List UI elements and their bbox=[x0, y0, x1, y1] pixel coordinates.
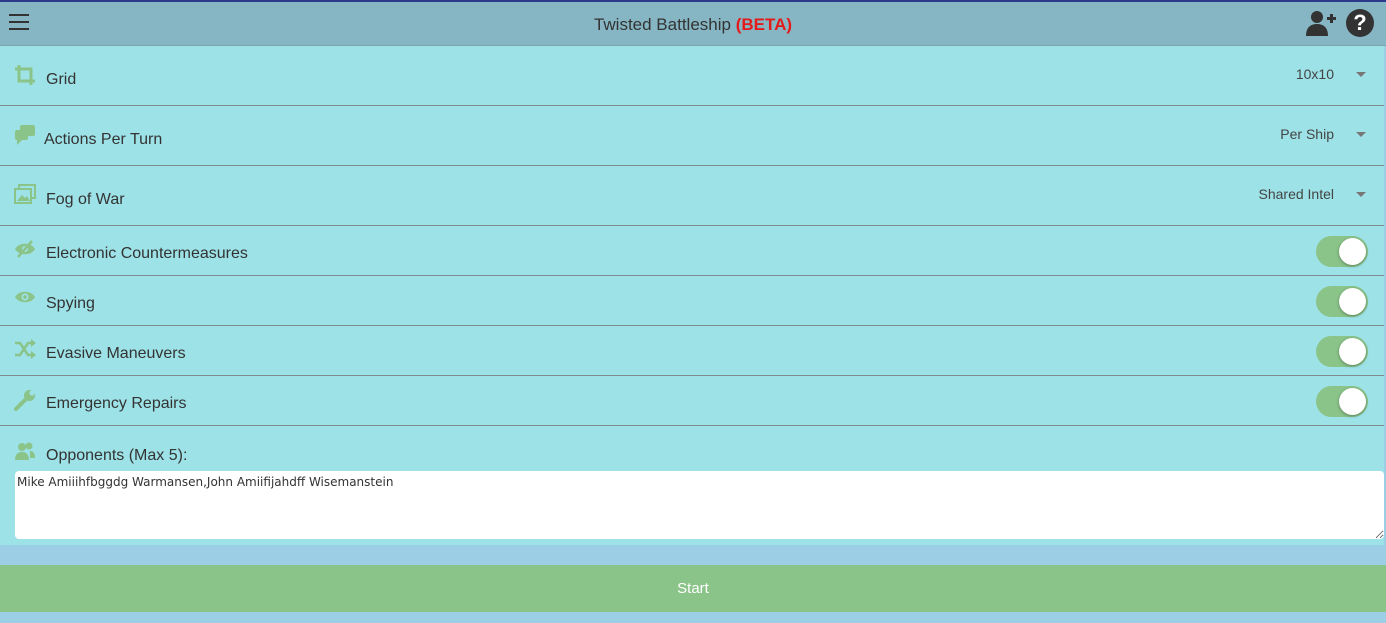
settings-panel: Grid 10x10 Actions Per Turn Per Ship Fog… bbox=[0, 46, 1384, 545]
image-icon bbox=[14, 184, 38, 206]
setting-electronic-countermeasures: Electronic Countermeasures bbox=[0, 226, 1384, 276]
setting-label: Spying bbox=[46, 295, 95, 312]
app-title: Twisted Battleship bbox=[593, 15, 731, 34]
toggle-knob bbox=[1339, 388, 1366, 415]
eye-icon bbox=[14, 289, 38, 311]
users-icon bbox=[14, 442, 38, 464]
setting-label: Electronic Countermeasures bbox=[46, 245, 248, 262]
toggle-knob bbox=[1339, 238, 1366, 265]
toggle-knob bbox=[1339, 338, 1366, 365]
crop-icon bbox=[14, 64, 38, 86]
setting-actions-per-turn[interactable]: Actions Per Turn Per Ship bbox=[0, 106, 1384, 166]
caret-down-icon bbox=[1356, 191, 1366, 197]
select-value: 10x10 bbox=[1295, 66, 1334, 82]
caret-down-icon bbox=[1356, 131, 1366, 137]
beta-badge: (BETA) bbox=[735, 15, 793, 34]
opponents-input[interactable]: Mike Amiiihfbggdg Warmansen,John Amiifij… bbox=[15, 471, 1384, 539]
eye-slash-icon bbox=[14, 239, 38, 261]
chat-bubbles-icon bbox=[14, 124, 38, 146]
setting-label: Actions Per Turn bbox=[44, 131, 163, 148]
spying-toggle[interactable] bbox=[1316, 286, 1368, 317]
help-icon[interactable]: ? bbox=[1346, 9, 1374, 37]
emergency-repairs-toggle[interactable] bbox=[1316, 386, 1368, 417]
setting-emergency-repairs: Emergency Repairs bbox=[0, 376, 1384, 426]
evasive-maneuvers-toggle[interactable] bbox=[1316, 336, 1368, 367]
setting-evasive-maneuvers: Evasive Maneuvers bbox=[0, 326, 1384, 376]
caret-down-icon bbox=[1356, 71, 1366, 77]
shuffle-icon bbox=[14, 339, 38, 361]
setting-fog-of-war[interactable]: Fog of War Shared Intel bbox=[0, 166, 1384, 226]
setting-label: Fog of War bbox=[46, 191, 125, 208]
opponents-section: Opponents (Max 5): Mike Amiiihfbggdg War… bbox=[0, 426, 1384, 545]
page-title: Twisted Battleship (BETA) bbox=[0, 15, 1386, 35]
electronic-countermeasures-toggle[interactable] bbox=[1316, 236, 1368, 267]
setting-label: Evasive Maneuvers bbox=[46, 345, 186, 362]
select-value: Shared Intel bbox=[1258, 186, 1335, 202]
fog-of-war-select[interactable]: Shared Intel bbox=[1258, 186, 1366, 202]
add-user-icon[interactable] bbox=[1305, 8, 1337, 38]
select-value: Per Ship bbox=[1280, 126, 1334, 142]
start-button[interactable]: Start bbox=[0, 565, 1386, 612]
setting-label: Grid bbox=[46, 71, 77, 88]
setting-grid[interactable]: Grid 10x10 bbox=[0, 46, 1384, 106]
setting-label: Emergency Repairs bbox=[46, 395, 187, 412]
actions-per-turn-select[interactable]: Per Ship bbox=[1280, 126, 1366, 142]
wrench-icon bbox=[14, 389, 38, 411]
toggle-knob bbox=[1339, 288, 1366, 315]
opponents-label: Opponents (Max 5): bbox=[46, 447, 188, 464]
app-header: Twisted Battleship (BETA) ? bbox=[0, 0, 1386, 46]
grid-select[interactable]: 10x10 bbox=[1296, 66, 1366, 82]
setting-spying: Spying bbox=[0, 276, 1384, 326]
